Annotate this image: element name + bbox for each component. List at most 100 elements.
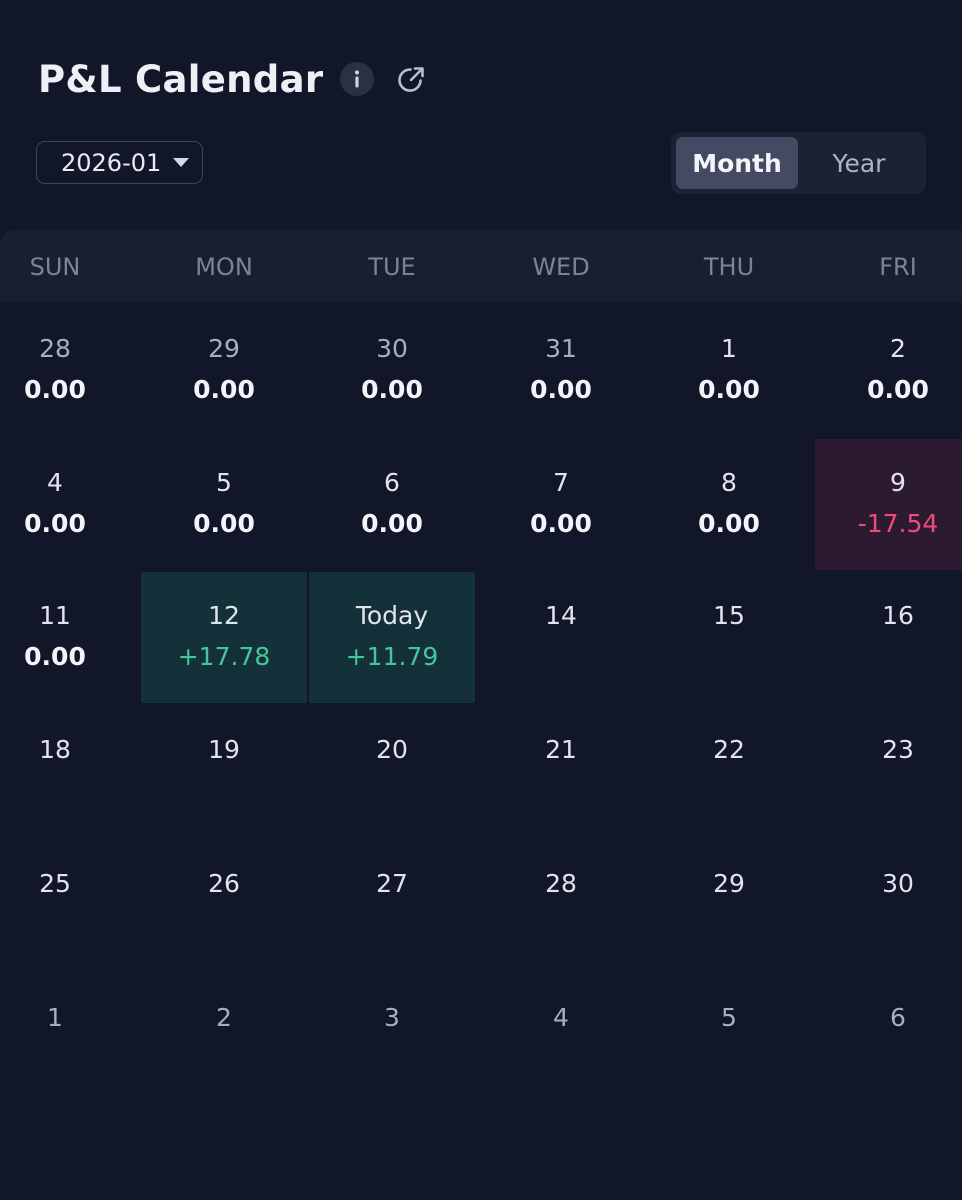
calendar-day[interactable]: 19 — [141, 706, 307, 837]
day-number: 23 — [882, 735, 914, 764]
caret-down-icon — [173, 158, 189, 167]
day-number: 31 — [545, 334, 577, 363]
day-number: 19 — [208, 735, 240, 764]
day-number: 29 — [208, 334, 240, 363]
month-select-value: 2026-01 — [61, 148, 162, 177]
calendar-day[interactable]: 29 0.00 — [141, 305, 307, 436]
calendar-day[interactable]: 23 — [815, 706, 962, 837]
calendar-day[interactable]: 22 — [646, 706, 812, 837]
day-number: 2 — [216, 1003, 232, 1032]
calendar-day[interactable]: 6 0.00 — [309, 439, 475, 570]
day-number: 15 — [713, 601, 745, 630]
calendar-day[interactable]: 4 — [478, 974, 644, 1105]
toggle-year-button[interactable]: Year — [798, 137, 920, 189]
day-pnl: 0.00 — [698, 375, 760, 404]
calendar-day[interactable]: 29 — [646, 840, 812, 971]
day-number: 29 — [713, 869, 745, 898]
day-pnl: 0.00 — [361, 509, 423, 538]
day-pnl: 0.00 — [867, 375, 929, 404]
day-number: 16 — [882, 601, 914, 630]
page-title: P&L Calendar — [38, 57, 324, 101]
month-select[interactable]: 2026-01 — [36, 141, 203, 184]
day-number: 2 — [890, 334, 906, 363]
day-number: 28 — [39, 334, 71, 363]
weekday-fri: FRI — [879, 253, 917, 281]
day-number: 30 — [882, 869, 914, 898]
day-pnl: 0.00 — [193, 375, 255, 404]
calendar-day[interactable]: 2 0.00 — [815, 305, 962, 436]
calendar-day[interactable]: 30 — [815, 840, 962, 971]
day-number: 3 — [384, 1003, 400, 1032]
calendar-day[interactable]: 27 — [309, 840, 475, 971]
calendar-day[interactable]: 1 — [0, 974, 138, 1105]
day-number: 4 — [553, 1003, 569, 1032]
day-pnl: 0.00 — [530, 375, 592, 404]
info-icon[interactable] — [340, 62, 375, 96]
day-number: 5 — [216, 468, 232, 497]
external-link-icon-glyph — [398, 67, 425, 92]
calendar-day[interactable]: 12 +17.78 — [141, 572, 307, 703]
calendar-day[interactable]: 18 — [0, 706, 138, 837]
calendar-day[interactable]: 26 — [141, 840, 307, 971]
weekday-tue: TUE — [368, 253, 416, 281]
day-number: 8 — [721, 468, 737, 497]
day-number: 30 — [376, 334, 408, 363]
day-pnl: +17.78 — [177, 642, 271, 671]
info-icon-glyph — [355, 70, 360, 88]
day-number: Today — [355, 601, 429, 630]
day-pnl: 0.00 — [24, 509, 86, 538]
day-number: 26 — [208, 869, 240, 898]
calendar-day[interactable]: 21 — [478, 706, 644, 837]
calendar-day[interactable]: 15 — [646, 572, 812, 703]
calendar-day[interactable]: 14 — [478, 572, 644, 703]
day-number: 1 — [47, 1003, 63, 1032]
calendar-day[interactable]: 4 0.00 — [0, 439, 138, 570]
calendar-day[interactable]: 9 -17.54 — [815, 439, 962, 570]
weekday-mon: MON — [195, 253, 253, 281]
weekday-wed: WED — [532, 253, 590, 281]
day-number: 5 — [721, 1003, 737, 1032]
day-pnl: 0.00 — [698, 509, 760, 538]
weekday-thu: THU — [703, 253, 755, 281]
calendar-day[interactable]: 8 0.00 — [646, 439, 812, 570]
day-number: 1 — [721, 334, 737, 363]
weekday-sun: SUN — [29, 253, 81, 281]
day-number: 11 — [39, 601, 71, 630]
calendar-day-today[interactable]: Today +11.79 — [309, 572, 475, 703]
calendar-day[interactable]: 28 — [478, 840, 644, 971]
external-link-icon[interactable] — [396, 63, 428, 95]
day-pnl: -17.54 — [857, 509, 939, 538]
day-number: 21 — [545, 735, 577, 764]
calendar-day[interactable]: 6 — [815, 974, 962, 1105]
calendar-day[interactable]: 31 0.00 — [478, 305, 644, 436]
day-number: 9 — [890, 468, 906, 497]
calendar-header: P&L Calendar — [38, 54, 428, 104]
day-number: 7 — [553, 468, 569, 497]
calendar-day[interactable]: 7 0.00 — [478, 439, 644, 570]
day-number: 28 — [545, 869, 577, 898]
day-pnl: 0.00 — [24, 642, 86, 671]
view-toggle: Month Year — [671, 132, 926, 194]
day-number: 25 — [39, 869, 71, 898]
day-pnl: +11.79 — [345, 642, 439, 671]
calendar-day[interactable]: 30 0.00 — [309, 305, 475, 436]
day-number: 6 — [384, 468, 400, 497]
day-pnl: 0.00 — [193, 509, 255, 538]
calendar-day[interactable]: 16 — [815, 572, 962, 703]
calendar-day[interactable]: 5 — [646, 974, 812, 1105]
calendar-day[interactable]: 11 0.00 — [0, 572, 138, 703]
calendar-day[interactable]: 2 — [141, 974, 307, 1105]
calendar-day[interactable]: 1 0.00 — [646, 305, 812, 436]
calendar-day[interactable]: 25 — [0, 840, 138, 971]
day-number: 22 — [713, 735, 745, 764]
calendar-day[interactable]: 3 — [309, 974, 475, 1105]
calendar-day[interactable]: 28 0.00 — [0, 305, 138, 436]
calendar-day[interactable]: 5 0.00 — [141, 439, 307, 570]
toggle-month-button[interactable]: Month — [676, 137, 798, 189]
day-pnl: 0.00 — [530, 509, 592, 538]
day-number: 27 — [376, 869, 408, 898]
calendar-day[interactable]: 20 — [309, 706, 475, 837]
weekday-header: SUN MON TUE WED THU FRI — [0, 230, 962, 302]
day-pnl: 0.00 — [361, 375, 423, 404]
day-number: 18 — [39, 735, 71, 764]
